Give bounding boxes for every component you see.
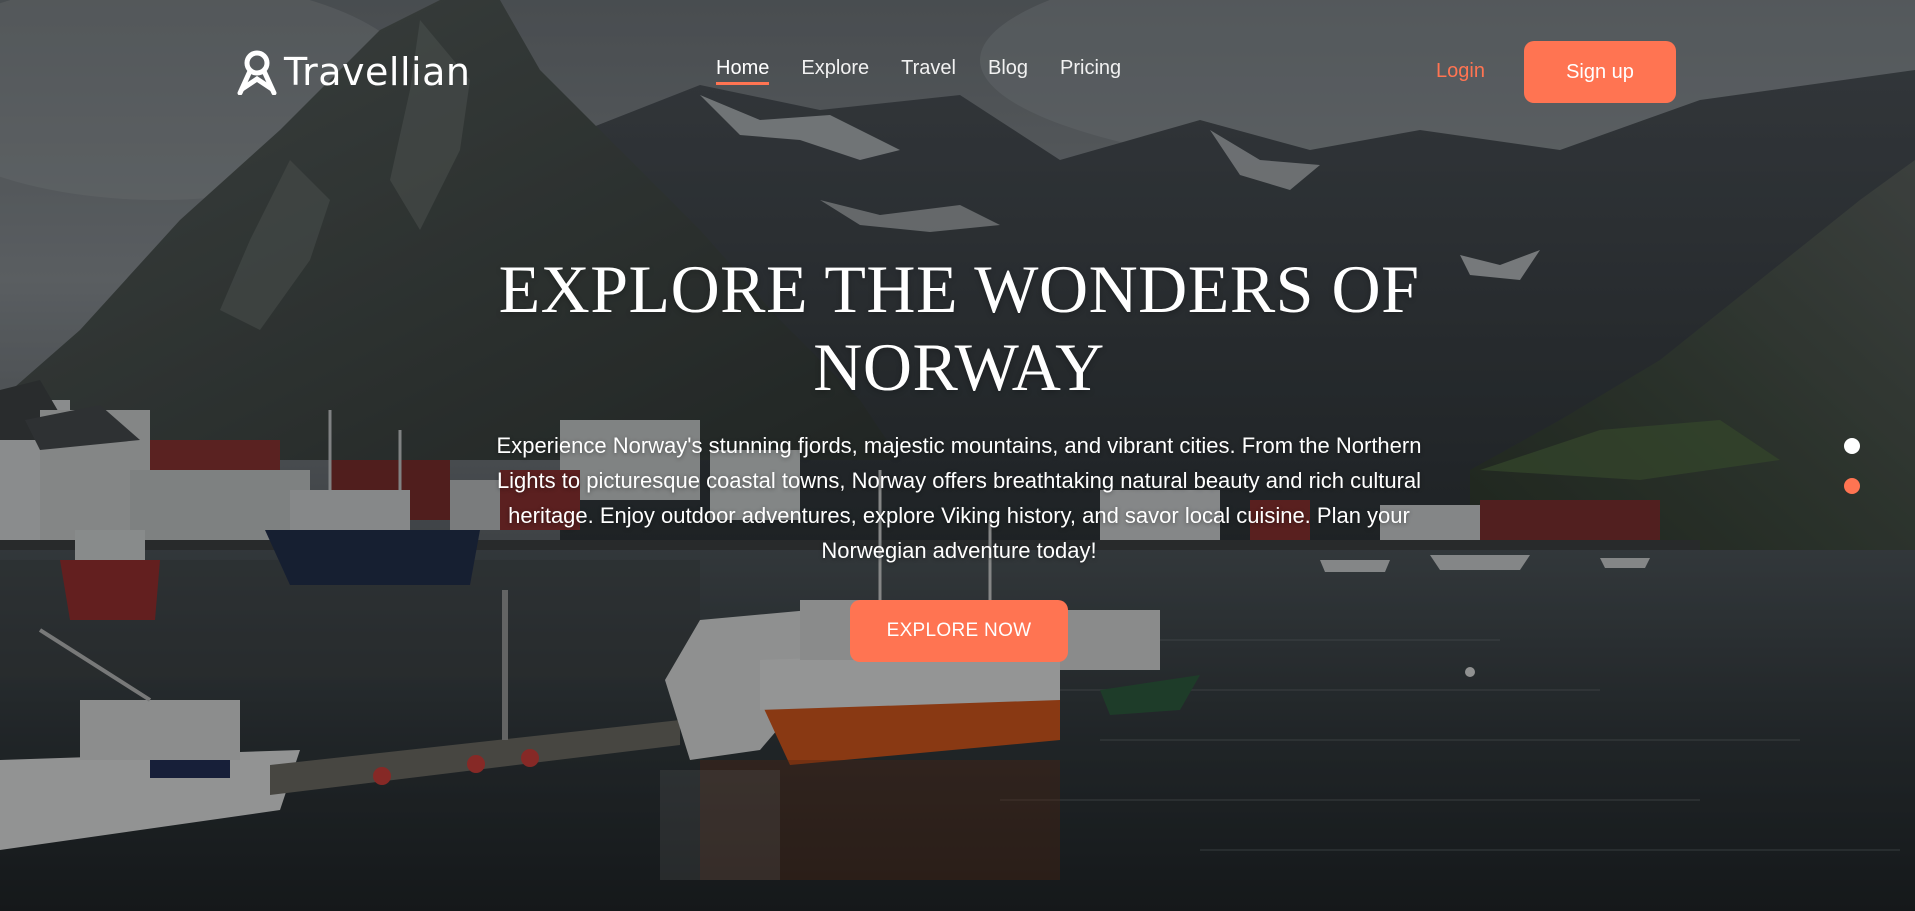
nav-link-travel[interactable]: Travel — [901, 57, 956, 85]
menu-item-blog: Blog — [988, 57, 1028, 85]
brand-logo[interactable]: Travellian — [236, 48, 470, 96]
brand-name: Travellian — [284, 50, 471, 94]
slide-dot-1[interactable] — [1844, 438, 1860, 454]
menu-item-home: Home — [716, 57, 770, 85]
navbar: Travellian Home Explore Travel Blog Pric… — [0, 0, 1915, 140]
nav-link-blog[interactable]: Blog — [988, 57, 1028, 85]
signup-button[interactable]: Sign up — [1524, 41, 1676, 103]
location-pin-logo-icon — [237, 50, 277, 95]
hero-description: Experience Norway's stunning fjords, maj… — [496, 433, 1422, 563]
login-link[interactable]: Login — [1436, 59, 1485, 83]
nav-link-pricing[interactable]: Pricing — [1060, 57, 1121, 85]
explore-now-button[interactable]: EXPLORE NOW — [850, 600, 1068, 662]
hero-headline: EXPLORE THE WONDERS OF NORWAY — [498, 251, 1420, 405]
slider-pagination — [1844, 438, 1860, 500]
nav-link-explore[interactable]: Explore — [801, 57, 869, 85]
hero-section: Travellian Home Explore Travel Blog Pric… — [0, 0, 1915, 911]
main-menu: Home Explore Travel Blog Pricing — [716, 57, 1121, 85]
menu-item-pricing: Pricing — [1060, 57, 1121, 85]
slide-dot-2[interactable] — [1844, 478, 1860, 494]
nav-link-home[interactable]: Home — [716, 57, 770, 85]
menu-item-travel: Travel — [901, 57, 956, 85]
hero-content: EXPLORE THE WONDERS OF NORWAY Experience… — [457, 250, 1461, 568]
menu-item-explore: Explore — [801, 57, 869, 85]
